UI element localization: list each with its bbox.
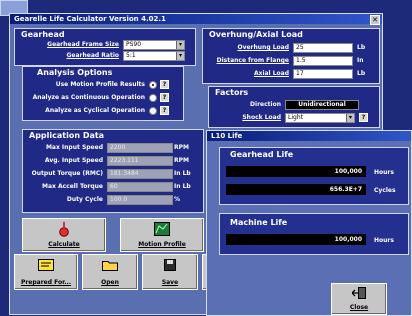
avg-input-speed-field[interactable]: 2223.111 [107, 156, 173, 166]
max-accell-torque-label: Max Accell Torque [41, 183, 103, 190]
ratio-select[interactable]: 5:1 ▾ [123, 51, 185, 61]
application-data-panel: Application Data Max Input Speed 2200 RP… [22, 129, 204, 213]
cyclical-operation-help-icon[interactable]: ? [160, 106, 169, 115]
continuous-operation-help-icon[interactable]: ? [160, 93, 169, 102]
shock-load-select[interactable]: Light ▾ [285, 113, 355, 123]
ratio-label: Gearhead Ratio [66, 52, 120, 59]
frame-size-label: Gearhead Frame Size [47, 41, 119, 48]
frame-size-chevron-down-icon[interactable]: ▾ [176, 41, 184, 49]
open-label: Open [101, 279, 119, 286]
avg-input-speed-label: Avg. Input Speed [44, 157, 103, 164]
shock-load-chevron-down-icon[interactable]: ▾ [346, 114, 354, 122]
notepad-icon [38, 259, 54, 271]
max-accell-torque-unit: In Lb [174, 183, 191, 190]
l10-titlebar[interactable]: L10 Life [207, 131, 411, 141]
duty-cycle-unit: % [174, 196, 181, 203]
prepared-for-button[interactable]: Prepared For... [14, 254, 78, 290]
machine-life-hours-value: 100,000 [226, 234, 366, 245]
max-input-speed-label: Max Input Speed [45, 144, 103, 151]
folder-open-icon [102, 261, 118, 271]
calculate-label: Calculate [48, 241, 80, 248]
shock-load-value: Light [288, 114, 303, 121]
direction-value: Unidirectional [285, 100, 359, 110]
duty-cycle-field[interactable]: 100.0 [107, 195, 173, 205]
l10-life-window: L10 Life Gearhead Life 100,000 Hours 656… [206, 130, 412, 316]
cyclical-operation-radio[interactable] [149, 107, 157, 115]
max-input-speed-field[interactable]: 2200 [107, 143, 173, 153]
use-motion-profile-radio[interactable] [149, 81, 157, 89]
max-accell-torque-field[interactable]: 60 [107, 182, 173, 192]
close-label: Close [349, 304, 369, 311]
gearhead-life-cycles-unit: Cycles [374, 187, 396, 194]
use-motion-profile-help-icon[interactable]: ? [160, 80, 169, 89]
gearhead-panel: Gearhead Gearhead Frame Size PS90 ▾ Gear… [14, 28, 196, 66]
output-torque-label: Output Torque (RMC) [31, 170, 103, 177]
duty-cycle-label: Duty Cycle [66, 196, 103, 203]
frame-size-select[interactable]: PS90 ▾ [123, 40, 185, 50]
motion-profile-button[interactable]: Motion Profile [120, 218, 204, 252]
axial-load-label: Axial Load [253, 70, 289, 77]
analysis-options-title: Analysis Options [37, 68, 113, 77]
analysis-options-panel: Analysis Options Use Motion Profile Resu… [22, 66, 184, 121]
overhung-axial-panel: Overhung/Axial Load Overhung Load 25 Lb … [202, 28, 380, 84]
direction-label: Direction [250, 101, 281, 108]
stopwatch-icon [59, 222, 69, 237]
distance-from-flange-unit: In [357, 57, 364, 64]
shock-load-label: Shock Load [242, 114, 281, 121]
main-titlebar[interactable]: Gearelle Life Calculator Version 4.02.1 … [10, 14, 382, 25]
factors-title: Factors [215, 88, 249, 97]
cyclical-operation-label: Analyze as Cyclical Operation [45, 107, 145, 114]
motion-graph-icon [154, 222, 170, 236]
prepared-for-label: Prepared For... [20, 279, 72, 286]
gearhead-title: Gearhead [21, 30, 65, 39]
open-button[interactable]: Open [82, 254, 138, 290]
frame-size-value: PS90 [126, 41, 142, 48]
axial-load-field[interactable]: 17 [293, 69, 353, 79]
distance-from-flange-label: Distance from Flange [216, 57, 289, 64]
shock-load-help-icon[interactable]: ? [359, 113, 368, 122]
continuous-operation-radio[interactable] [149, 94, 157, 102]
floppy-disk-icon [164, 259, 176, 271]
overhung-load-unit: Lb [357, 44, 366, 51]
continuous-operation-label: Analyze as Continuous Operation [32, 94, 145, 101]
ratio-chevron-down-icon[interactable]: ▾ [176, 52, 184, 60]
motion-profile-label: Motion Profile [138, 241, 186, 248]
gearhead-life-hours-unit: Hours [374, 169, 394, 176]
overhung-load-field[interactable]: 25 [293, 43, 353, 53]
max-input-speed-unit: RPM [174, 144, 189, 151]
calculate-button[interactable]: Calculate [22, 218, 106, 252]
ratio-value: 5:1 [126, 52, 136, 59]
machine-life-hours-unit: Hours [374, 237, 394, 244]
output-torque-unit: In Lb [174, 170, 191, 177]
gearhead-life-panel: Gearhead Life 100,000 Hours 656.3E+7 Cyc… [219, 147, 409, 205]
close-button[interactable]: Close [331, 283, 387, 315]
overhung-axial-title: Overhung/Axial Load [209, 30, 303, 39]
gearhead-life-cycles-value: 656.3E+7 [226, 184, 366, 195]
axial-load-unit: Lb [357, 70, 366, 77]
main-close-icon[interactable]: ✕ [370, 15, 380, 25]
overhung-load-label: Overhung Load [237, 44, 289, 51]
save-button[interactable]: Save [142, 254, 198, 290]
distance-from-flange-field[interactable]: 1.5 [293, 56, 353, 66]
use-motion-profile-label: Use Motion Profile Results [55, 81, 145, 88]
machine-life-panel: Machine Life 100,000 Hours [219, 213, 409, 255]
l10-window-title: L10 Life [211, 132, 243, 140]
machine-life-title: Machine Life [230, 218, 288, 227]
output-torque-field[interactable]: 181.3484 [107, 169, 173, 179]
exit-door-icon [352, 287, 366, 299]
gearhead-life-title: Gearhead Life [230, 150, 294, 159]
save-label: Save [161, 279, 179, 286]
application-data-title: Application Data [29, 131, 105, 140]
gearhead-life-hours-value: 100,000 [226, 166, 366, 177]
main-window-title: Gearelle Life Calculator Version 4.02.1 [14, 15, 166, 23]
factors-panel: Factors Direction Unidirectional Shock L… [208, 86, 380, 128]
avg-input-speed-unit: RPM [174, 157, 189, 164]
